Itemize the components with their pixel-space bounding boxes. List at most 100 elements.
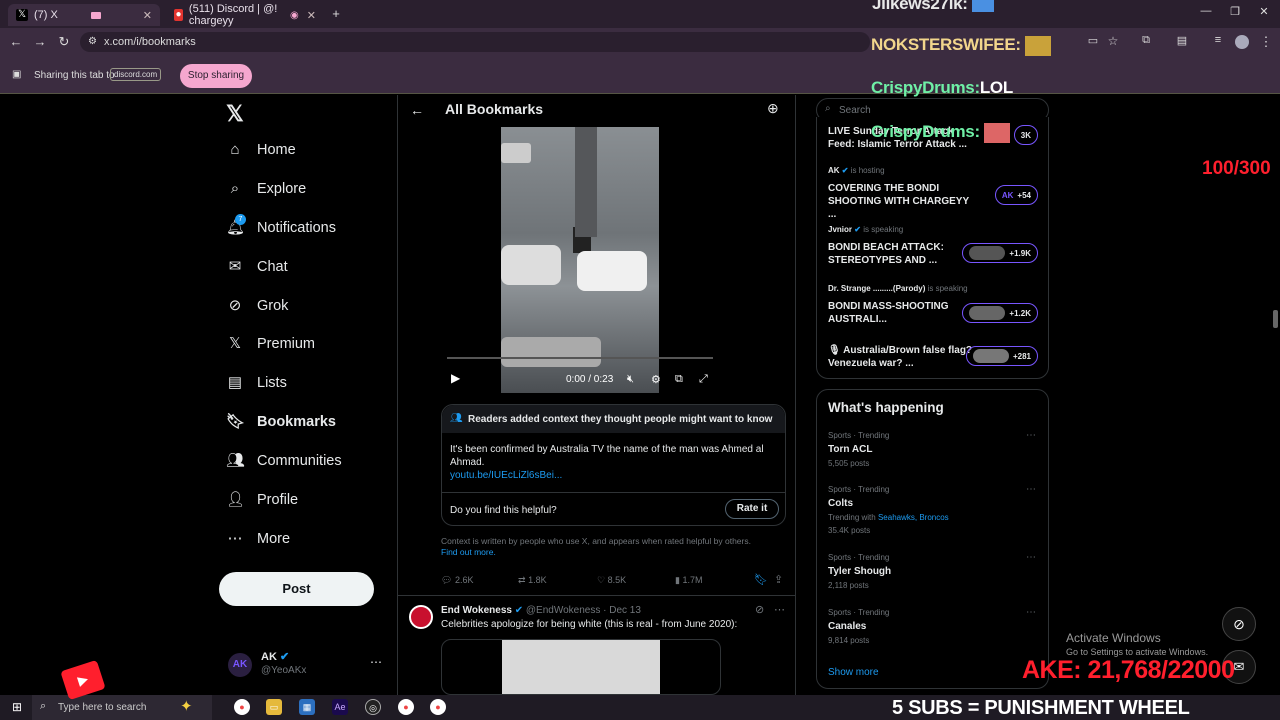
space-title[interactable]: BONDI MASS-SHOOTING AUSTRALI... (828, 300, 978, 326)
trend-name[interactable]: Canales (828, 621, 866, 632)
nav-profile[interactable]: 👤︎ Profile (226, 491, 298, 509)
more-icon[interactable]: ⋯ (1026, 607, 1036, 618)
trend-category: Sports · Trending (828, 431, 890, 440)
share-icon[interactable]: ⇪ (774, 573, 783, 586)
author-handle[interactable]: @EndWokeness (526, 605, 600, 616)
sidepanel-icon[interactable]: ▤ (1174, 34, 1190, 47)
nav-grok[interactable]: ⊘ Grok (226, 297, 289, 315)
after-effects-icon[interactable]: Ae (332, 699, 348, 715)
store-icon[interactable]: ▦ (299, 699, 315, 715)
nav-notifications[interactable]: 🔔︎ 7 Notifications (226, 214, 336, 237)
people-icon: 👥︎ (450, 413, 463, 424)
post-button[interactable]: Post (219, 572, 374, 606)
restore-icon[interactable]: ❐ (1227, 5, 1243, 18)
forward-icon[interactable]: → (32, 34, 48, 49)
chrome-icon[interactable]: ● (234, 699, 250, 715)
url-field[interactable]: ⚙ x.com/i/bookmarks (80, 32, 870, 52)
queue-icon[interactable]: ≡ (1210, 34, 1226, 46)
more-icon[interactable]: ⋯ (1026, 484, 1036, 495)
discord-icon: ● (174, 9, 183, 21)
x-logo-icon[interactable]: 𝕏 (226, 101, 244, 127)
sparkle-icon: ✦ (180, 698, 193, 715)
video-progress-bar[interactable] (447, 357, 713, 359)
like-button[interactable]: ♡ 8.5K (597, 575, 626, 586)
trend-with: Trending with Seahawks, Broncos (828, 513, 949, 522)
pip-icon[interactable]: ⧉ (675, 373, 683, 386)
windows-start-icon[interactable]: ⊞ (9, 699, 25, 715)
fullscreen-icon[interactable]: ⤢ (699, 373, 708, 386)
space-listeners[interactable]: AK +54 (994, 185, 1038, 205)
reply-button[interactable]: 💬︎ 2.6K (441, 575, 473, 586)
bookmark-filled-icon[interactable]: 🔖︎ (754, 573, 768, 586)
space-title[interactable]: COVERING THE BONDI SHOOTING WITH CHARGEY… (828, 182, 978, 221)
cast-icon[interactable]: ▭ (1085, 34, 1101, 47)
new-tab-icon[interactable]: + (328, 6, 344, 21)
find-out-more-link[interactable]: Find out more. (441, 547, 496, 557)
reload-icon[interactable]: ↻ (56, 34, 72, 50)
menu-icon[interactable]: ⋮ (1258, 34, 1274, 50)
more-icon[interactable]: ⋯ (1026, 552, 1036, 563)
chrome-icon[interactable]: ● (430, 699, 446, 715)
nav-home[interactable]: ⌂ Home (226, 141, 295, 159)
trend-with-links[interactable]: Seahawks, Broncos (878, 513, 949, 522)
author-name[interactable]: End Wokeness (441, 605, 512, 616)
tab-discord[interactable]: ● (511) Discord | @! chargeyy ◉ ✕ (166, 3, 324, 27)
sharing-indicator-icon (91, 11, 102, 19)
profile-avatar-icon[interactable] (1235, 35, 1249, 49)
back-arrow-icon[interactable]: ← (410, 102, 424, 118)
communities-icon: 👥︎ (226, 452, 246, 469)
settings-icon[interactable]: ⚙ (651, 373, 661, 386)
post-media[interactable] (441, 639, 721, 695)
space-listeners[interactable]: 3K (1013, 125, 1038, 145)
scrollbar[interactable] (1273, 310, 1278, 328)
space-listeners[interactable]: +281 (965, 346, 1038, 366)
nav-more[interactable]: ⋯ More (226, 530, 291, 548)
obs-icon[interactable]: ◎ (365, 699, 381, 715)
tab-x[interactable]: 𝕏 (7) X ✕ (8, 4, 160, 26)
microphone-icon: 🎙︎ (828, 345, 841, 356)
trend-name[interactable]: Colts (828, 498, 853, 509)
video-player[interactable]: ▶ 0:00 / 0:23 🔇︎ ⚙ ⧉ ⤢ (441, 117, 721, 393)
nav-explore[interactable]: ⌕ Explore (226, 180, 306, 198)
play-icon[interactable]: ▶ (451, 371, 460, 385)
mute-icon[interactable]: 🔇︎ (627, 373, 634, 386)
rate-it-button[interactable]: Rate it (725, 499, 779, 519)
minimize-icon[interactable]: — (1198, 5, 1214, 17)
extensions-icon[interactable]: ⧉ (1138, 34, 1154, 47)
grok-float-button[interactable]: ⊘ (1222, 607, 1256, 641)
nav-communities[interactable]: 👥︎ Communities (226, 452, 342, 470)
stop-sharing-button[interactable]: Stop sharing (180, 64, 252, 88)
more-icon[interactable]: ⋯ (774, 603, 785, 616)
more-icon[interactable]: ⋯ (1026, 430, 1036, 441)
trend-name[interactable]: Tyler Shough (828, 566, 891, 577)
space-listeners[interactable]: +1.9K (962, 243, 1038, 263)
views-button[interactable]: ▮ 1.7M (675, 575, 702, 586)
space-listeners[interactable]: +1.2K (962, 303, 1038, 323)
file-explorer-icon[interactable]: ▭ (266, 699, 282, 715)
close-tab-icon[interactable]: ✕ (143, 9, 152, 22)
search-icon: ⌕ (40, 700, 47, 712)
nav-label: Lists (257, 375, 287, 391)
close-tab-icon[interactable]: ✕ (307, 9, 316, 22)
site-info-icon[interactable]: ⚙ (88, 32, 97, 52)
community-note-link[interactable]: youtu.be/IUEcLiZl6sBei... (450, 470, 562, 481)
star-icon[interactable]: ☆ (1105, 34, 1121, 48)
grok-icon[interactable]: ⊘ (755, 603, 764, 616)
back-icon[interactable]: ← (8, 34, 24, 49)
post-date[interactable]: · Dec 13 (603, 605, 641, 616)
bookmark-folder-add-icon[interactable]: ⊕ (767, 100, 779, 117)
account-menu-icon[interactable]: ⋯ (370, 655, 382, 669)
show-more-link[interactable]: Show more (828, 667, 879, 678)
avatar[interactable] (409, 605, 433, 629)
nav-lists[interactable]: ▤ Lists (226, 374, 287, 392)
space-title[interactable]: 🎙︎ Australia/Brown false flag? Venezuela… (828, 344, 978, 370)
close-window-icon[interactable]: ✕ (1256, 5, 1272, 18)
nav-chat[interactable]: ✉ Chat (226, 258, 288, 276)
space-title[interactable]: BONDI BEACH ATTACK: STEREOTYPES AND ... (828, 241, 978, 267)
repost-button[interactable]: ⇄ 1.8K (518, 575, 547, 586)
nav-bookmarks[interactable]: 🔖︎ Bookmarks (226, 413, 336, 431)
avatar[interactable]: AK (228, 653, 252, 677)
trend-name[interactable]: Torn ACL (828, 444, 872, 455)
chrome-icon[interactable]: ● (398, 699, 414, 715)
nav-premium[interactable]: 𝕏 Premium (226, 335, 315, 353)
